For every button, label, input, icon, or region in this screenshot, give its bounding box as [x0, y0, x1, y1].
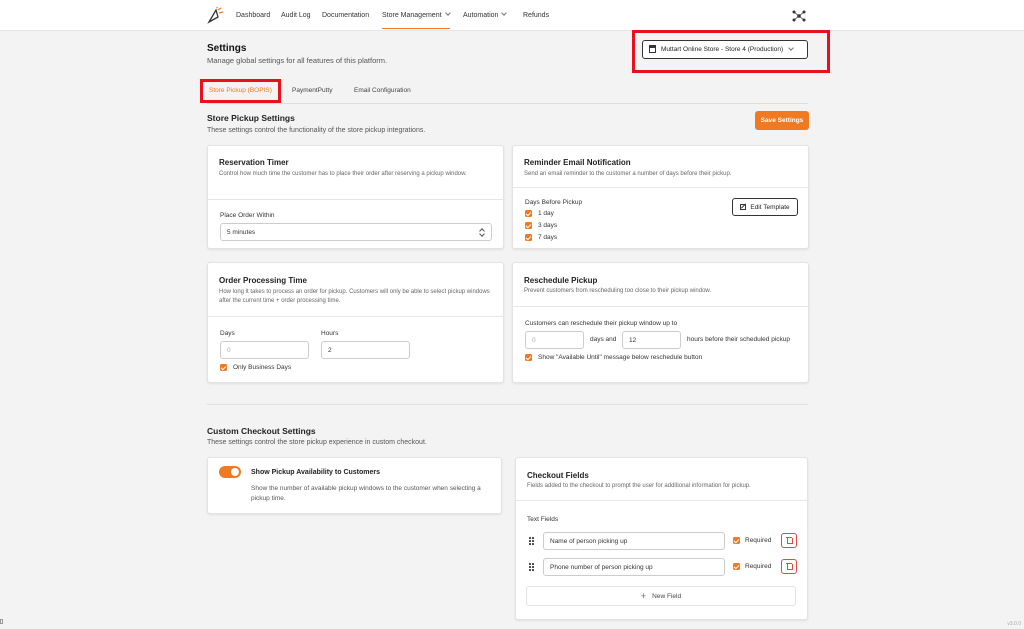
card-description: How long it takes to process an order fo… [219, 289, 490, 304]
reminder-email-card: Reminder Email Notification Send an emai… [512, 145, 810, 249]
store-pickup-subtitle: These settings control the functionality… [207, 127, 426, 134]
page-title: Settings [207, 43, 247, 54]
card-description: Control how much time the customer has t… [219, 171, 467, 177]
divider [516, 500, 809, 501]
chevron-down-icon [444, 10, 451, 16]
day-3-checkbox[interactable] [525, 222, 532, 229]
processing-days-input[interactable]: 0 [220, 341, 309, 359]
divider [513, 187, 810, 188]
field-label: Text Fields [527, 516, 559, 523]
processing-hours-input[interactable]: 2 [321, 341, 410, 359]
trash-icon[interactable] [781, 559, 797, 574]
nav-automation[interactable]: Automation [463, 10, 508, 19]
tab-email-configuration[interactable]: Email Configuration [354, 87, 411, 94]
card-title: Order Processing Time [219, 276, 307, 285]
reservation-timer-card: Reservation Timer Control how much time … [207, 145, 505, 249]
trash-icon[interactable] [781, 533, 797, 548]
text-field-input[interactable]: Name of person picking up [543, 532, 725, 550]
pickup-availability-card: Show Pickup Availability to Customers Sh… [207, 457, 502, 514]
tab-paymentputty[interactable]: PaymentPutty [292, 87, 332, 94]
select-value: 5 minutes [227, 228, 256, 236]
card-description: Send an email reminder to the customer a… [524, 171, 732, 177]
divider [208, 316, 505, 317]
save-settings-button[interactable]: Save Settings [755, 111, 809, 130]
edit-template-button[interactable]: Edit Template [732, 198, 798, 216]
card-title: Reservation Timer [219, 158, 289, 167]
field-label: days and [590, 336, 617, 343]
nav-automation-label: Automation [463, 12, 499, 19]
custom-checkout-title: Custom Checkout Settings [207, 426, 316, 436]
store-select[interactable]: Muttart Online Store - Store 4 (Producti… [642, 40, 808, 59]
divider [208, 199, 505, 200]
field-label: Hours [321, 330, 339, 337]
chevron-down-icon [788, 44, 794, 51]
nav-audit-log[interactable]: Audit Log [281, 12, 311, 19]
plus-icon: + [640, 591, 647, 601]
card-title: Checkout Fields [527, 471, 589, 480]
checkbox-label: Required [745, 563, 772, 570]
chevron-down-icon [501, 10, 508, 16]
available-until-checkbox[interactable] [525, 354, 532, 361]
nav-store-management-label: Store Management [382, 12, 442, 19]
divider [513, 306, 810, 307]
edit-icon [740, 204, 747, 210]
top-nav: Dashboard Audit Log Documentation Store … [0, 0, 1024, 31]
logo-icon[interactable] [207, 7, 224, 24]
day-7-checkbox[interactable] [525, 234, 532, 241]
version-label: v3.0.0 [1007, 621, 1021, 627]
toggle-label: Show Pickup Availability to Customers [251, 469, 381, 476]
field-label: Place Order Within [220, 212, 275, 219]
store-pickup-title: Store Pickup Settings [207, 113, 295, 123]
drag-handle-icon[interactable] [529, 563, 534, 571]
toggle-description: Show the number of available pickup wind… [251, 485, 481, 502]
section-divider [207, 404, 808, 405]
checkbox-label: Show "Available Until" message below res… [538, 354, 703, 361]
drag-handle-icon[interactable] [529, 537, 534, 545]
place-order-within-select[interactable]: 5 minutes [220, 223, 492, 241]
checkbox-label: Required [745, 537, 772, 544]
required-checkbox[interactable] [733, 537, 740, 544]
order-processing-card: Order Processing Time How long it takes … [207, 262, 505, 383]
checkbox-label: 7 days [538, 234, 558, 241]
network-icon[interactable] [792, 10, 806, 22]
nav-store-management[interactable]: Store Management [382, 10, 451, 29]
checkbox-label: 1 day [538, 210, 554, 217]
checkbox-label: Only Business Days [233, 364, 292, 371]
nav-documentation[interactable]: Documentation [322, 12, 369, 19]
field-label: hours before their scheduled pickup [687, 336, 790, 343]
custom-checkout-subtitle: These settings control the store pickup … [207, 439, 427, 446]
card-title: Reminder Email Notification [524, 158, 631, 167]
field-label: Days Before Pickup [525, 199, 583, 206]
card-description: Prevent customers from rescheduling too … [524, 288, 712, 294]
card-description: Fields added to the checkout to prompt t… [527, 483, 751, 489]
highlight-frame [200, 79, 281, 103]
business-days-checkbox[interactable] [220, 364, 227, 371]
nav-dashboard[interactable]: Dashboard [236, 12, 270, 19]
reschedule-days-input[interactable]: 0 [525, 331, 584, 349]
sidebar-toggle-icon[interactable] [0, 619, 3, 624]
nav-refunds[interactable]: Refunds [523, 12, 549, 19]
checkbox-label: 3 days [538, 222, 558, 229]
page-subtitle: Manage global settings for all features … [207, 56, 388, 65]
required-checkbox[interactable] [733, 563, 740, 570]
day-1-checkbox[interactable] [525, 210, 532, 217]
text-field-input[interactable]: Phone number of person picking up [543, 558, 725, 576]
field-label: Customers can reschedule their pickup wi… [525, 320, 678, 327]
reschedule-hours-input[interactable]: 12 [622, 331, 681, 349]
card-title: Reschedule Pickup [524, 276, 598, 285]
new-field-label: New Field [652, 592, 682, 600]
availability-toggle[interactable] [219, 466, 241, 478]
new-field-button[interactable]: + New Field [526, 586, 796, 606]
reschedule-pickup-card: Reschedule Pickup Prevent customers from… [512, 262, 810, 383]
updown-chevron-icon [480, 228, 485, 237]
store-icon [649, 44, 656, 53]
edit-template-label: Edit Template [750, 203, 790, 211]
store-select-label: Muttart Online Store - Store 4 (Producti… [661, 46, 784, 53]
settings-tabs: Store Pickup (BOPIS) PaymentPutty Email … [207, 82, 808, 104]
field-label: Days [220, 330, 235, 337]
